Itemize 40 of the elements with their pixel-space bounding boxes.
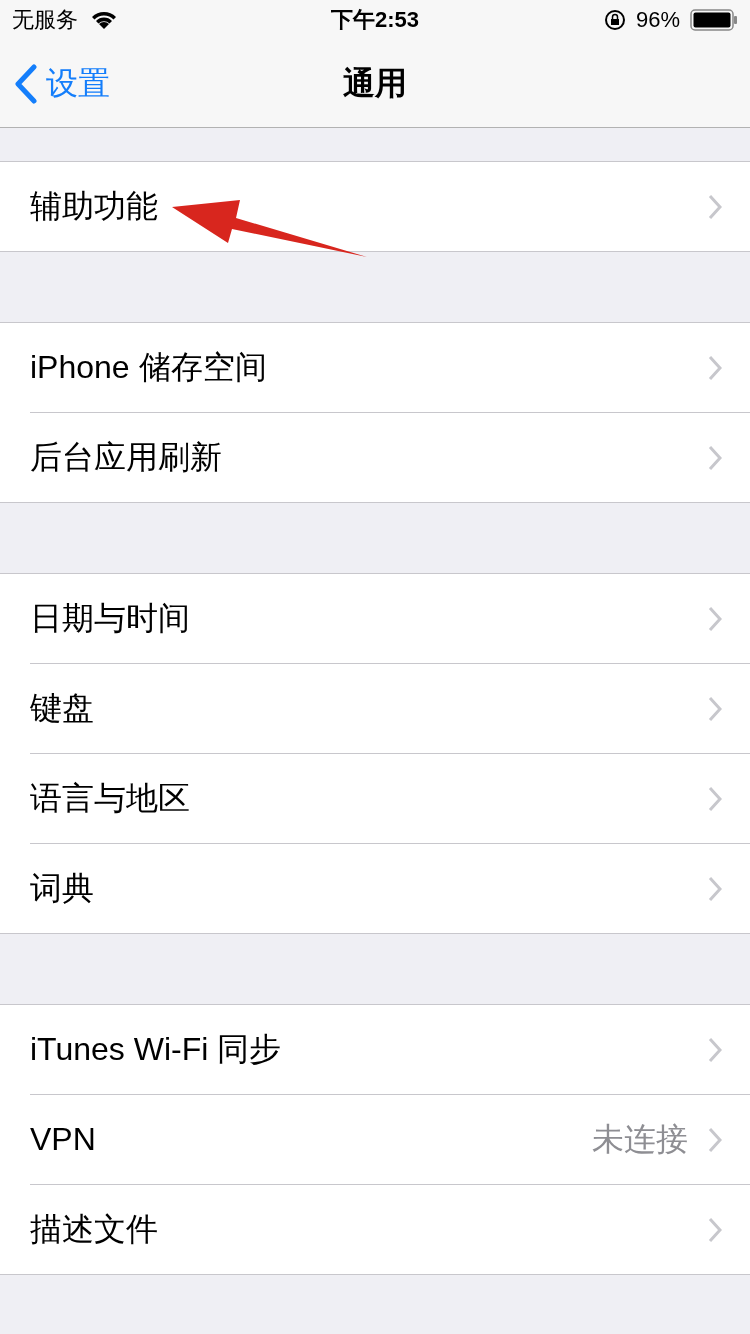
settings-row[interactable]: iTunes Wi-Fi 同步 [30,1005,750,1094]
row-label: 键盘 [30,688,95,728]
rotation-lock-icon [603,9,626,31]
row-label: 后台应用刷新 [30,437,223,477]
settings-row[interactable]: 日期与时间 [30,574,750,663]
settings-row[interactable]: 后台应用刷新 [30,412,750,502]
chevron-icon [708,875,722,902]
chevron-icon [708,785,722,812]
row-label: 日期与时间 [30,598,191,638]
row-label: 辅助功能 [30,186,159,226]
chevron-icon [708,1216,722,1243]
clock-text: 下午2:53 [330,6,419,34]
row-detail: 未连接 [592,1119,688,1159]
back-chevron-icon [14,63,38,104]
row-label: 语言与地区 [30,778,191,818]
chevron-icon [708,354,722,381]
chevron-icon [708,605,722,632]
battery-icon [690,9,738,31]
battery-percent: 96% [635,7,680,33]
back-button[interactable]: 设置 [14,61,110,106]
settings-row[interactable]: iPhone 储存空间 [30,323,750,412]
chevron-icon [708,1126,722,1153]
row-label: iPhone 储存空间 [30,347,268,387]
chevron-icon [708,193,722,220]
row-label: 词典 [30,868,95,908]
page-title: 通用 [343,63,407,103]
settings-row[interactable]: 辅助功能 [30,162,750,251]
chevron-icon [708,1036,722,1063]
settings-row[interactable]: 键盘 [30,663,750,753]
wifi-icon [90,10,118,30]
chevron-icon [708,695,722,722]
row-label: 描述文件 [30,1209,159,1249]
carrier-text: 无服务 [12,6,78,34]
settings-row[interactable]: 语言与地区 [30,753,750,843]
settings-row[interactable]: VPN 未连接 [30,1094,750,1184]
settings-row[interactable]: 词典 [30,843,750,933]
chevron-icon [708,444,722,471]
row-label: iTunes Wi-Fi 同步 [30,1029,283,1069]
row-label: VPN [30,1121,97,1158]
settings-row[interactable]: 描述文件 [30,1184,750,1274]
